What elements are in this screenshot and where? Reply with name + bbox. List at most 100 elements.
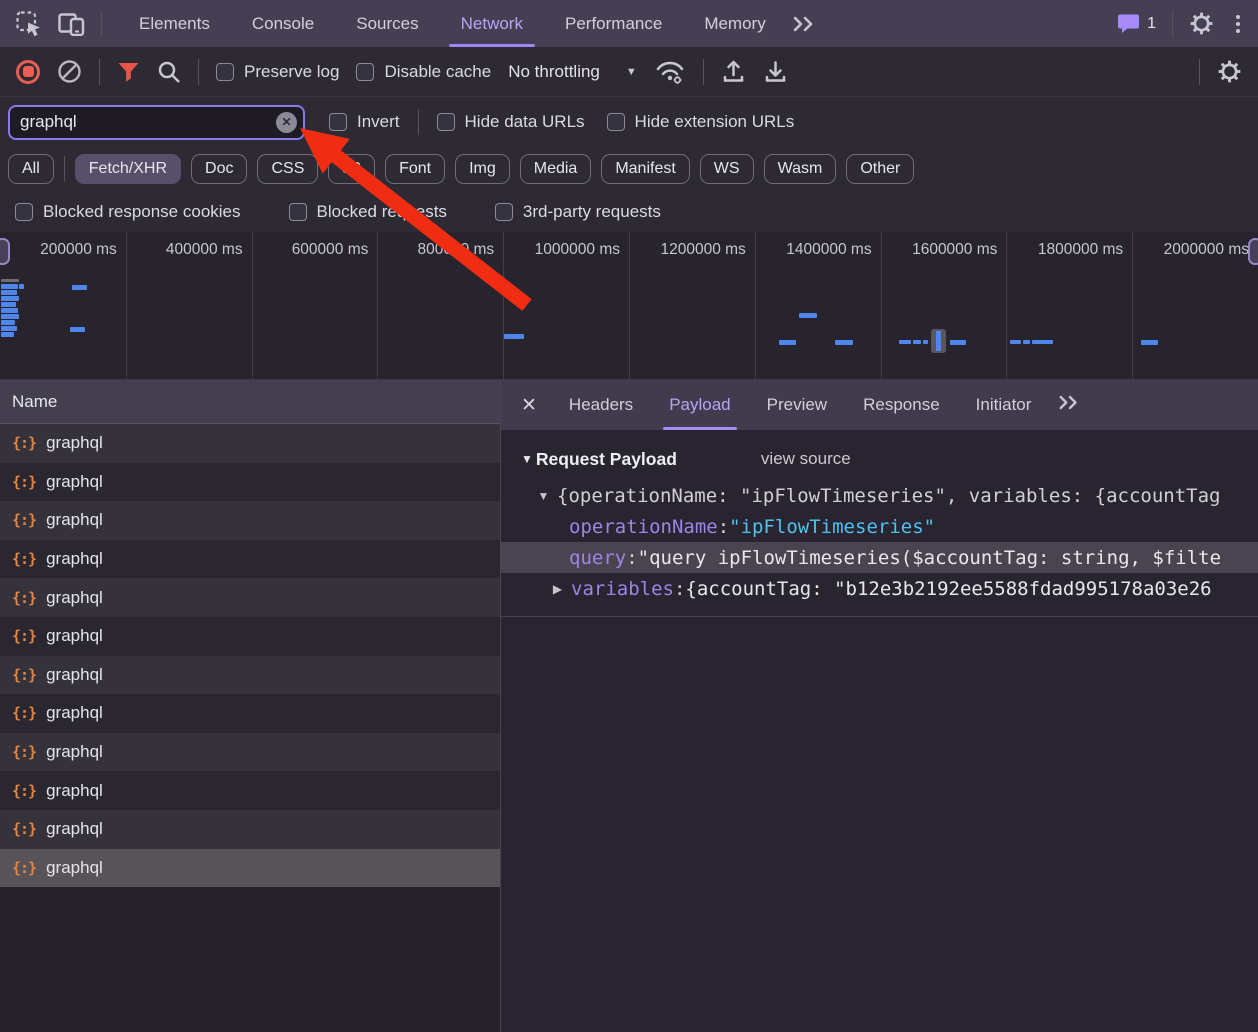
request-row[interactable]: {:}graphql [0,578,500,617]
checkbox[interactable] [356,63,374,81]
json-braces-icon: {:} [12,704,36,722]
tab-elements[interactable]: Elements [118,0,231,47]
view-source-link[interactable]: view source [761,449,851,469]
throttling-select[interactable]: No throttling ▼ [508,62,637,82]
request-name: graphql [46,819,103,839]
3rd-party-requests-checkbox[interactable]: 3rd-party requests [495,202,661,222]
tab-network[interactable]: Network [440,0,544,47]
settings-gear-icon[interactable] [1189,11,1214,36]
export-har-icon[interactable] [763,59,788,84]
filter-input-box: ✕ [8,105,305,140]
json-braces-icon: {:} [12,859,36,877]
payload-line[interactable]: ▶variables: {accountTag: "b12e3b2192ee55… [501,573,1258,604]
filter-chip-other[interactable]: Other [846,154,914,184]
request-row[interactable]: {:}graphql [0,733,500,772]
network-settings-gear-icon[interactable] [1217,59,1242,84]
json-braces-icon: {:} [12,511,36,529]
filter-chip-ws[interactable]: WS [700,154,754,184]
detail-tab-preview[interactable]: Preview [749,380,845,430]
section-disclosure-icon[interactable]: ▼ [521,452,533,466]
checkbox[interactable] [216,63,234,81]
toolbar-divider [198,59,199,85]
filter-chip-media[interactable]: Media [520,154,592,184]
filter-chip-doc[interactable]: Doc [191,154,247,184]
search-icon[interactable] [157,60,181,84]
request-row[interactable]: {:}graphql [0,656,500,695]
request-name: graphql [46,433,103,453]
filter-chip-js[interactable]: JS [328,154,375,184]
toolbar-divider [101,11,102,37]
checkbox[interactable] [437,113,455,131]
record-network-log-button[interactable] [16,60,40,84]
filter-chip-all[interactable]: All [8,154,54,184]
detail-tab-initiator[interactable]: Initiator [958,380,1050,430]
network-conditions-icon[interactable] [654,59,686,85]
close-icon[interactable]: ✕ [511,394,551,417]
filter-chip-fetch-xhr[interactable]: Fetch/XHR [75,154,181,184]
toolbar-divider [1172,11,1173,37]
tab-console[interactable]: Console [231,0,335,47]
disable-cache-checkbox[interactable]: Disable cache [356,62,491,82]
blocked-requests-checkbox[interactable]: Blocked requests [289,202,447,222]
inspect-element-icon[interactable] [16,11,42,37]
payload-line[interactable]: query: "query ipFlowTimeseries($accountT… [501,542,1258,573]
request-name: graphql [46,472,103,492]
tab-sources[interactable]: Sources [335,0,439,47]
invert-checkbox[interactable]: Invert [329,112,400,132]
filter-chip-font[interactable]: Font [385,154,445,184]
request-row[interactable]: {:} graphql [0,501,500,540]
filter-chip-css[interactable]: CSS [257,154,318,184]
payload-text: : [718,516,729,538]
payload-line[interactable]: operationName: "ipFlowTimeseries" [501,511,1258,542]
disclosure-triangle-icon[interactable]: ▼ [535,489,552,503]
chevron-down-icon: ▼ [626,66,637,78]
clear-filter-icon[interactable]: ✕ [276,112,297,133]
preserve-log-checkbox[interactable]: Preserve log [216,62,339,82]
filter-chip-wasm[interactable]: Wasm [764,154,837,184]
json-braces-icon: {:} [12,434,36,452]
request-row[interactable]: {:}graphql [0,849,500,888]
filter-input[interactable] [10,112,303,132]
clear-network-log-icon[interactable] [57,59,82,84]
tab-memory[interactable]: Memory [683,0,786,47]
request-row[interactable]: {:}graphql [0,617,500,656]
more-options-icon[interactable] [1230,13,1246,35]
checkbox[interactable] [15,203,33,221]
detail-tab-response[interactable]: Response [845,380,958,430]
filter-chip-img[interactable]: Img [455,154,510,184]
hide-extension-urls-checkbox[interactable]: Hide extension URLs [607,112,795,132]
blocked-response-cookies-checkbox[interactable]: Blocked response cookies [15,202,241,222]
network-overview-timeline[interactable]: 200000 ms400000 ms600000 ms800000 ms1000… [0,232,1258,380]
request-row[interactable]: {:}graphql [0,694,500,733]
request-row[interactable]: {:}graphql [0,540,500,579]
payload-line[interactable]: ▼{operationName: "ipFlowTimeseries", var… [501,480,1258,511]
payload-text: operationName [569,516,718,538]
tab-performance[interactable]: Performance [544,0,683,47]
disclosure-triangle-icon[interactable]: ▶ [549,582,566,596]
name-column-header[interactable]: Name [0,380,500,424]
timeline-tick-label: 400000 ms [126,241,252,261]
request-name: graphql [46,510,103,530]
checkbox-label: 3rd-party requests [523,202,661,222]
detail-tab-headers[interactable]: Headers [551,380,651,430]
device-toolbar-icon[interactable] [58,12,85,36]
request-row[interactable]: {:}graphql [0,463,500,502]
console-message-badge[interactable]: 1 [1117,13,1156,34]
filter-funnel-icon[interactable] [117,61,140,83]
hide-data-urls-checkbox[interactable]: Hide data URLs [437,112,585,132]
toolbar-divider [99,59,100,85]
more-tabs-icon[interactable] [791,15,817,33]
request-row[interactable]: {:} graphql [0,424,500,463]
checkbox[interactable] [607,113,625,131]
request-name: graphql [46,549,103,569]
import-har-icon[interactable] [721,59,746,84]
checkbox[interactable] [289,203,307,221]
request-row[interactable]: {:}graphql [0,771,500,810]
detail-more-tabs-icon[interactable] [1057,394,1081,416]
request-row[interactable]: {:}graphql [0,810,500,849]
detail-tab-payload[interactable]: Payload [651,380,748,430]
checkbox[interactable] [495,203,513,221]
checkbox[interactable] [329,113,347,131]
toolbar-divider [1199,59,1200,85]
filter-chip-manifest[interactable]: Manifest [601,154,689,184]
